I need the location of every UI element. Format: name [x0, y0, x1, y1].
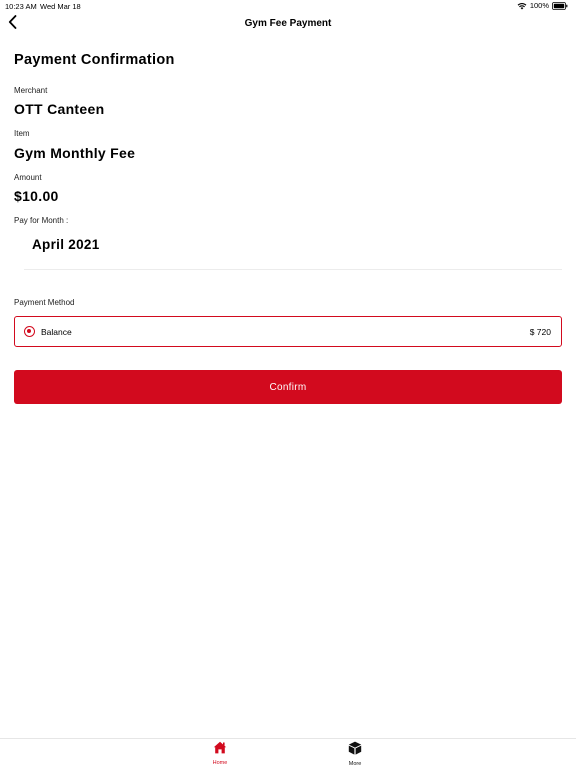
- battery-icon: [552, 1, 568, 10]
- status-time: 10:23 AM: [5, 2, 37, 11]
- radio-selected-icon[interactable]: [24, 326, 35, 337]
- tab-more[interactable]: More: [335, 741, 375, 767]
- status-date: Wed Mar 18: [40, 2, 81, 11]
- tab-home[interactable]: Home: [200, 741, 240, 766]
- month-label: Pay for Month :: [14, 216, 69, 225]
- status-indicators: 100%: [517, 1, 568, 10]
- cube-icon: [348, 741, 362, 760]
- amount-label: Amount: [14, 173, 42, 182]
- radio-dot: [27, 329, 31, 333]
- status-bar: 10:23 AM Wed Mar 18 100%: [0, 0, 576, 12]
- payment-method-label: Payment Method: [14, 298, 75, 307]
- tab-home-label: Home: [212, 760, 228, 766]
- payment-confirmation-screen: 10:23 AM Wed Mar 18 100% Gym Fee Payment…: [0, 0, 576, 768]
- section-title: Payment Confirmation: [14, 52, 175, 68]
- item-value: Gym Monthly Fee: [14, 145, 136, 161]
- wifi-icon: [517, 2, 527, 10]
- divider: [24, 269, 562, 270]
- month-value: April 2021: [32, 237, 100, 252]
- payment-method-option-label: Balance: [41, 327, 72, 337]
- item-label: Item: [14, 129, 30, 138]
- confirm-button[interactable]: Confirm: [14, 370, 562, 404]
- tab-bar: Home More: [0, 738, 576, 768]
- tab-more-label: More: [348, 761, 362, 767]
- amount-value: $10.00: [14, 188, 59, 204]
- battery-percent: 100%: [529, 1, 549, 10]
- merchant-label: Merchant: [14, 86, 48, 95]
- page-title: Gym Fee Payment: [244, 18, 332, 29]
- payment-method-option-balance[interactable]: Balance $ 720: [14, 316, 562, 347]
- home-icon: [213, 741, 227, 759]
- balance-amount: $ 720: [529, 327, 551, 337]
- merchant-value: OTT Canteen: [14, 101, 105, 117]
- navigation-bar: Gym Fee Payment: [0, 12, 576, 36]
